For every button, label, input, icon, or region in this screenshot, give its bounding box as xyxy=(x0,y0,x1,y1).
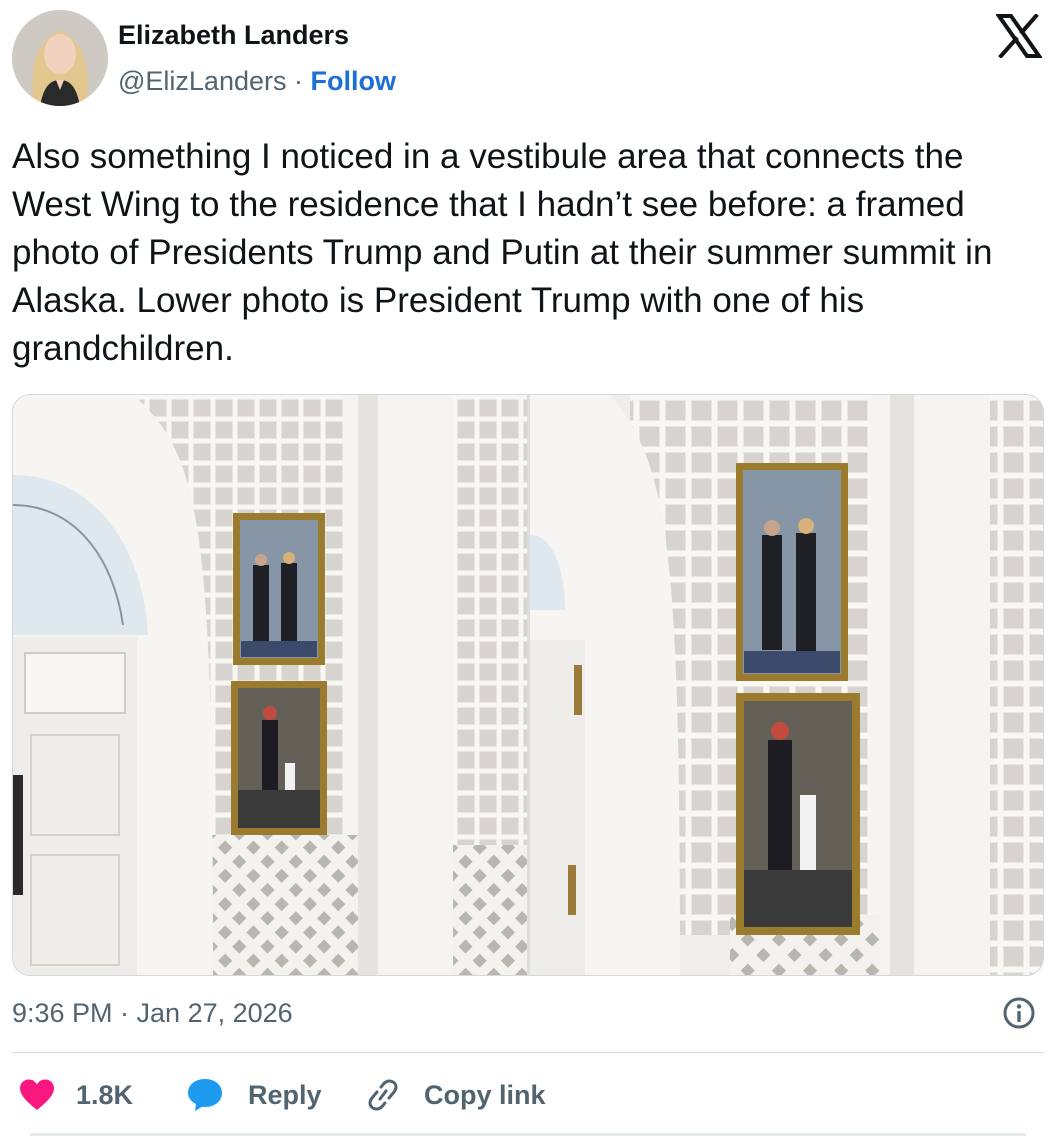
info-icon[interactable] xyxy=(1002,996,1036,1030)
author-handle[interactable]: @ElizLanders xyxy=(118,66,287,96)
reply-label: Reply xyxy=(248,1079,322,1110)
tweet-text: Also something I noticed in a vestibule … xyxy=(12,137,993,368)
photo-1[interactable] xyxy=(13,395,527,975)
reply-button[interactable]: Reply xyxy=(186,1072,322,1118)
heart-icon xyxy=(18,1078,56,1112)
author-name[interactable]: Elizabeth Landers xyxy=(118,20,349,51)
author-handle-line: @ElizLanders · Follow xyxy=(118,66,396,97)
like-count: 1.8K xyxy=(76,1079,134,1110)
link-icon xyxy=(364,1077,402,1113)
tweet-timestamp[interactable]: 9:36 PM · Jan 27, 2026 xyxy=(12,998,293,1029)
x-logo-icon[interactable] xyxy=(995,13,1043,59)
like-button[interactable]: 1.8K xyxy=(18,1072,133,1118)
handle-separator: · xyxy=(286,66,311,96)
photo-2[interactable] xyxy=(530,395,1043,975)
copy-link-label: Copy link xyxy=(424,1079,546,1110)
divider xyxy=(12,1052,1044,1053)
copy-link-button[interactable]: Copy link xyxy=(364,1072,546,1118)
speech-bubble-icon xyxy=(186,1077,224,1113)
tweet-media xyxy=(12,394,1044,976)
follow-link[interactable]: Follow xyxy=(311,66,396,96)
author-avatar[interactable] xyxy=(12,10,108,106)
